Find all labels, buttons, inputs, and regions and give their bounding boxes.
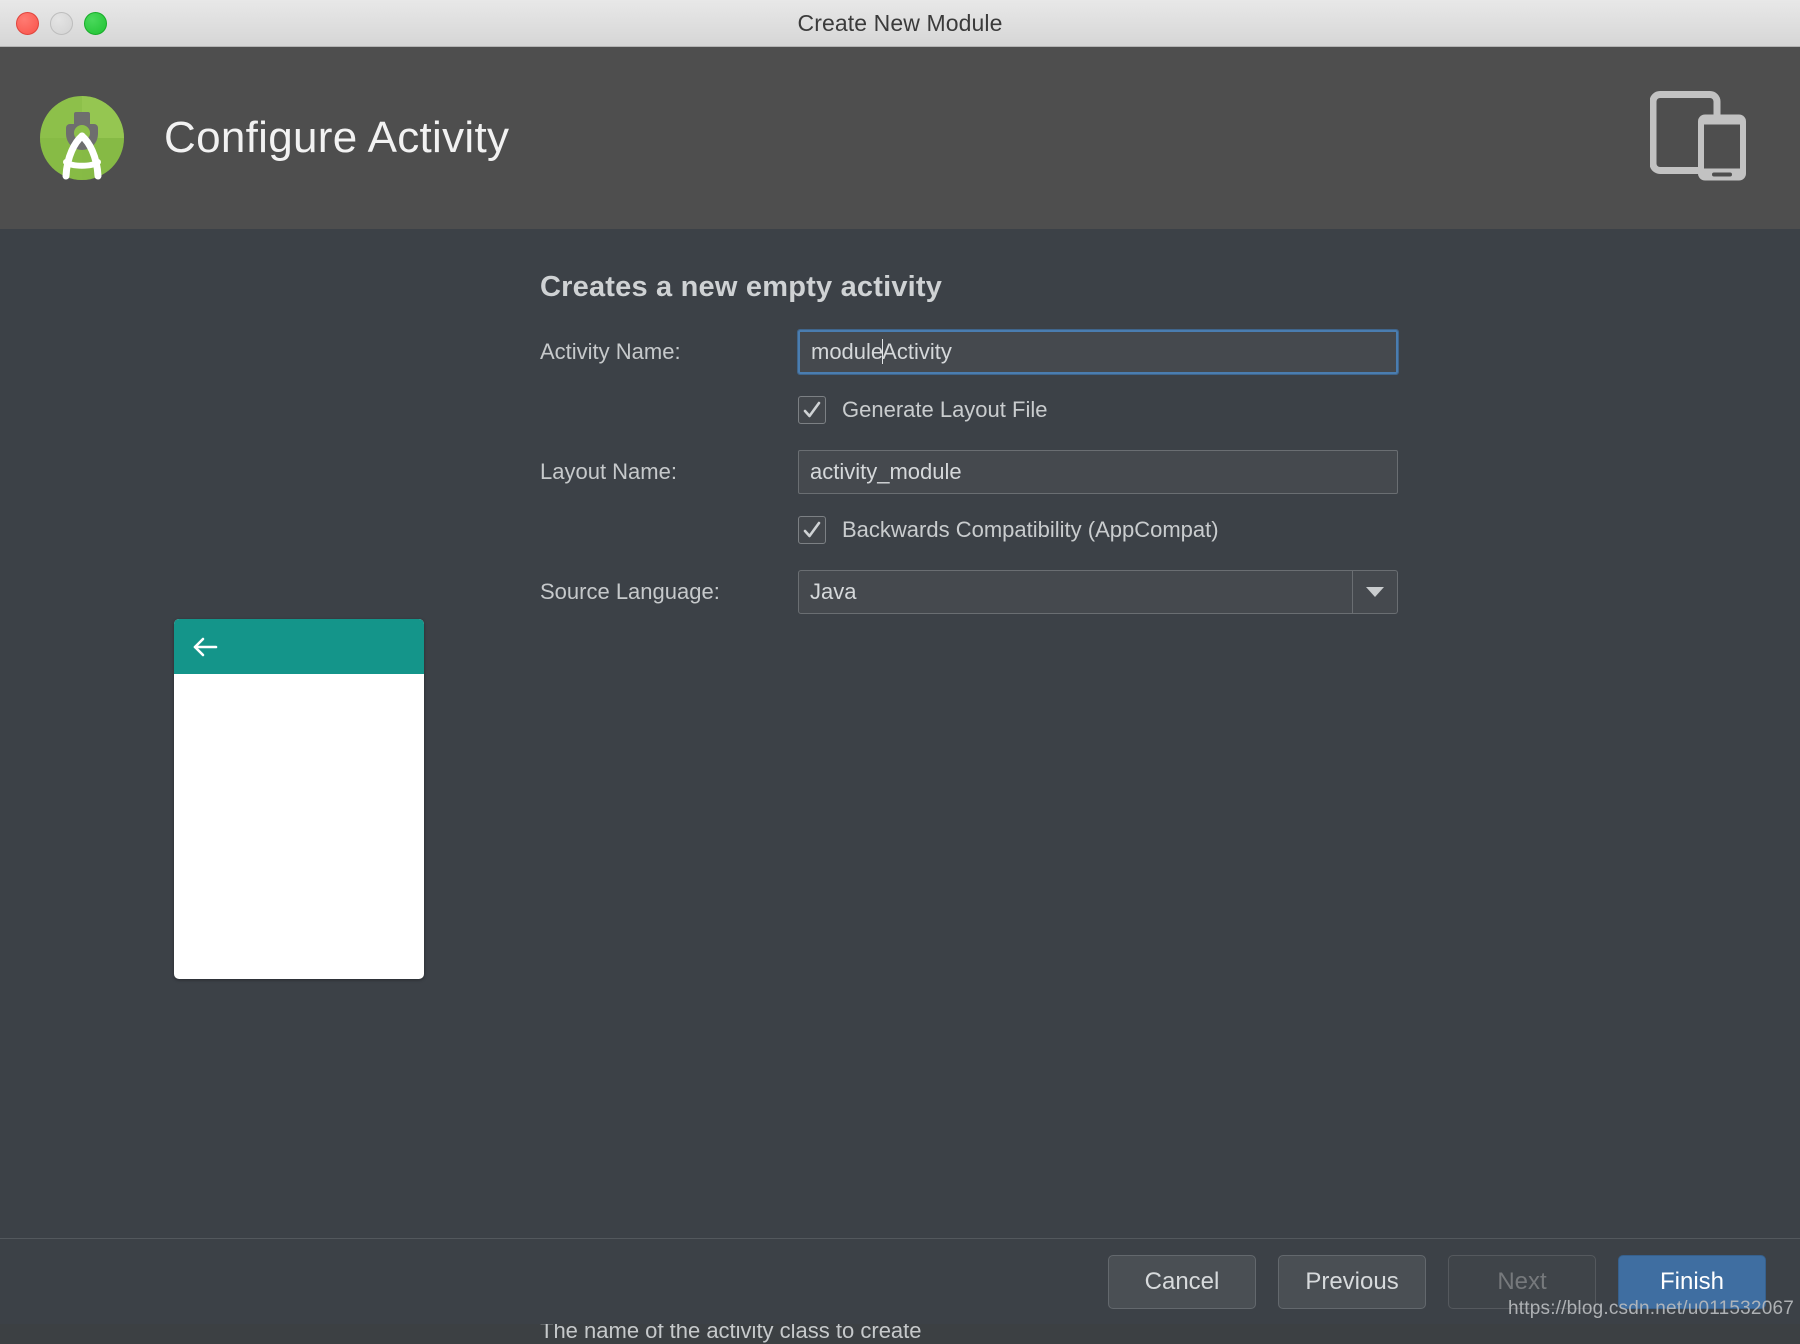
source-language-select[interactable]: Java xyxy=(798,570,1398,614)
wizard-footer: Cancel Previous Next Finish https://blog… xyxy=(0,1238,1800,1324)
android-studio-logo-icon xyxy=(36,92,128,184)
checkmark-icon xyxy=(803,401,821,418)
generate-layout-file-label: Generate Layout File xyxy=(842,397,1048,422)
page-title: Configure Activity xyxy=(164,113,510,162)
source-language-value: Java xyxy=(810,579,857,604)
watermark-url: https://blog.csdn.net/u011532067 xyxy=(1508,1298,1794,1319)
back-arrow-icon xyxy=(193,637,218,656)
close-button[interactable] xyxy=(16,11,39,35)
chevron-down-icon[interactable] xyxy=(1352,571,1397,613)
minimize-button[interactable] xyxy=(50,11,73,35)
activity-name-value-after-caret: Activity xyxy=(882,339,952,364)
create-new-module-dialog: Create New Module Configure Activity Cre… xyxy=(0,0,1800,1343)
window-titlebar: Create New Module xyxy=(0,0,1800,47)
wizard-body: Creates a new empty activity Activity Na… xyxy=(0,229,1800,1343)
preview-appbar xyxy=(174,619,424,674)
previous-button[interactable]: Previous xyxy=(1278,1254,1426,1309)
layout-name-row: Layout Name: activity_module xyxy=(540,450,1410,494)
activity-preview-thumbnail xyxy=(174,619,424,979)
generate-layout-file-checkbox-row[interactable]: Generate Layout File xyxy=(798,396,1410,424)
tablet-and-phone-icon xyxy=(1649,89,1760,188)
backwards-compatibility-label: Backwards Compatibility (AppCompat) xyxy=(842,517,1219,542)
source-language-label: Source Language: xyxy=(540,579,720,604)
backwards-compatibility-checkbox-row[interactable]: Backwards Compatibility (AppCompat) xyxy=(798,516,1410,544)
window-controls xyxy=(16,0,107,46)
activity-name-label: Activity Name: xyxy=(540,339,681,364)
layout-name-field-wrap: activity_module xyxy=(798,450,1410,494)
checkmark-icon xyxy=(803,521,821,538)
layout-name-label: Layout Name: xyxy=(540,459,677,484)
activity-config-form: Creates a new empty activity Activity Na… xyxy=(540,229,1410,614)
section-title: Creates a new empty activity xyxy=(540,271,943,303)
window-title: Create New Module xyxy=(797,9,1003,36)
backwards-compatibility-checkbox[interactable] xyxy=(798,516,826,544)
layout-name-input[interactable]: activity_module xyxy=(798,450,1398,494)
activity-name-input[interactable]: moduleActivity xyxy=(797,329,1399,375)
activity-name-value-before-caret: module xyxy=(811,339,884,364)
maximize-button[interactable] xyxy=(84,11,107,35)
cancel-button[interactable]: Cancel xyxy=(1108,1254,1256,1309)
source-language-row: Source Language: Java xyxy=(540,570,1410,614)
source-language-field-wrap: Java xyxy=(798,570,1410,614)
wizard-header: Configure Activity xyxy=(0,47,1800,229)
generate-layout-file-checkbox[interactable] xyxy=(798,396,826,424)
activity-name-row: Activity Name: moduleActivity xyxy=(540,329,1410,375)
activity-name-field-wrap: moduleActivity xyxy=(797,329,1410,375)
